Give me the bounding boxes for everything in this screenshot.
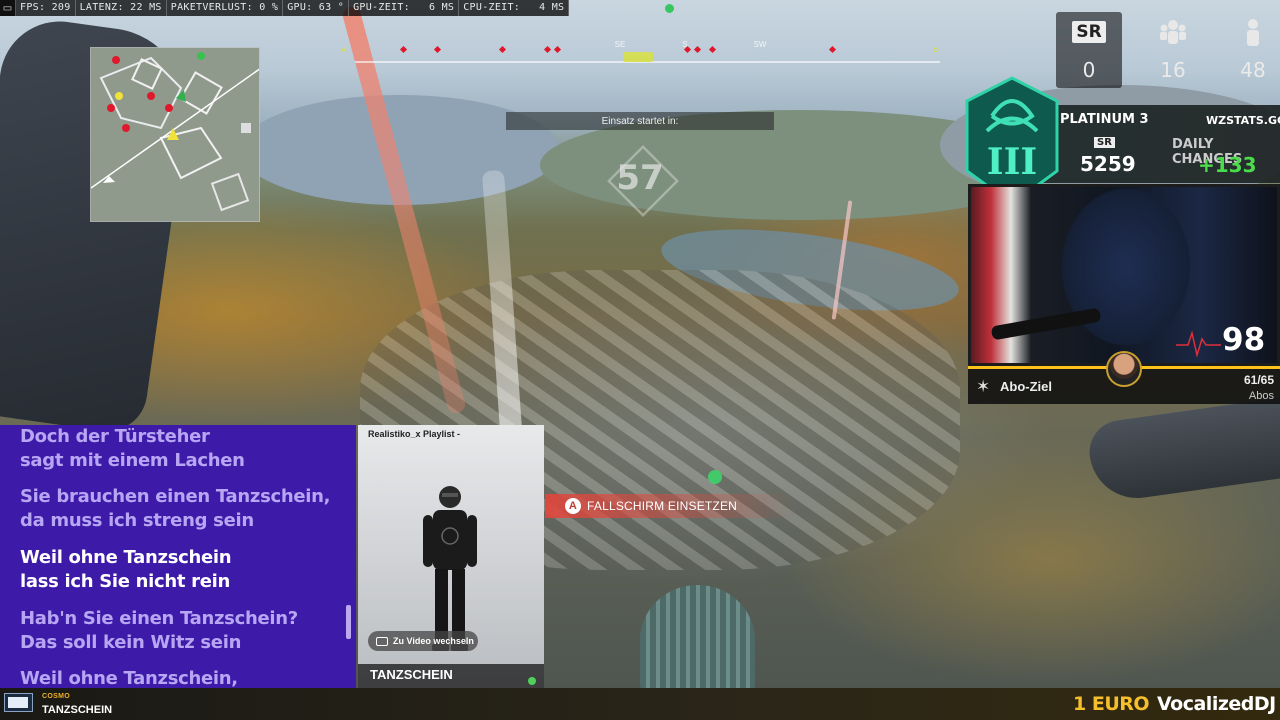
- players-remaining: 48: [1240, 58, 1266, 82]
- player-glove: [1085, 395, 1280, 505]
- now-playing-song: TANZSCHEIN: [42, 704, 113, 716]
- dome-building: [640, 585, 755, 690]
- compass-label: SE: [614, 40, 626, 49]
- daily-changes-value: +133: [1198, 153, 1257, 177]
- rank-tier: PLATINUM 3: [1060, 112, 1149, 127]
- lyric-line-active: Weil ohne Tanzschein: [20, 547, 232, 568]
- enemy-marker: [693, 45, 702, 54]
- enemy-marker: [433, 45, 442, 54]
- sr-stat: SR 0: [1056, 12, 1122, 88]
- lyrics-panel: Doch der Türsteher sagt mit einem Lachen…: [0, 425, 356, 688]
- squads-remaining: 16: [1160, 58, 1186, 82]
- heart-rate-value: 98: [1222, 322, 1266, 358]
- lyric-line: Sie brauchen einen Tanzschein,: [20, 486, 331, 507]
- enemy-marker: [543, 45, 552, 54]
- donation-amount: 1 EURO: [1073, 693, 1150, 715]
- minimap-graphic: [91, 48, 259, 221]
- rank-sr-label: SR: [1094, 137, 1115, 148]
- compass-label: SW: [753, 40, 767, 49]
- donation-user: VocalizedDJ: [1157, 693, 1276, 715]
- sr-icon: SR: [1056, 12, 1122, 52]
- rank-sr-value: 5259: [1080, 152, 1136, 176]
- compass-left-arrow-icon: «: [341, 44, 348, 56]
- now-playing-icon: [4, 693, 33, 712]
- fps-readout: FPS: 209: [16, 0, 76, 16]
- enemy-marker: [828, 45, 837, 54]
- latency-readout: LATENZ: 22 MS: [76, 0, 167, 16]
- performance-icon: ▭: [0, 0, 16, 16]
- channel-avatar: [1106, 351, 1142, 387]
- deployment-countdown: 57: [608, 146, 672, 210]
- switch-to-video-button[interactable]: Zu Video wechseln: [368, 631, 478, 651]
- teammate-marker: [708, 470, 722, 484]
- compass-bar: « » SE S SW: [341, 40, 940, 68]
- cpu-time-readout: CPU-ZEIT: 4 MS: [459, 0, 570, 16]
- live-indicator: [528, 677, 536, 685]
- lyric-line: Weil ohne Tanzschein,: [20, 668, 238, 688]
- match-stats: SR 0 16 48: [1056, 12, 1280, 88]
- star-icon: ✶: [976, 377, 991, 396]
- enemy-marker: [683, 45, 692, 54]
- stats-site: WZSTATS.GG: [1206, 114, 1280, 127]
- subscription-goal: ✶ Abo-Ziel 61/65 Abos: [968, 351, 1280, 404]
- squads-icon: [1140, 12, 1206, 52]
- performance-bar: ▭ FPS: 209 LATENZ: 22 MS PAKETVERLUST: 0…: [0, 0, 570, 16]
- compass-heading-marker: [623, 52, 653, 62]
- now-playing-label: COSMO: [42, 693, 70, 700]
- gpu-temp-readout: GPU: 63 °: [283, 0, 350, 16]
- player-icon: [1220, 12, 1280, 52]
- enemy-marker: [708, 45, 717, 54]
- a-button-icon: A: [565, 498, 581, 514]
- deployment-banner: Einsatz startet in:: [506, 112, 774, 130]
- enemy-marker: [553, 45, 562, 54]
- sub-goal-label: Abo-Ziel: [1000, 379, 1052, 394]
- enemy-marker: [498, 45, 507, 54]
- playlist-song-title: TANZSCHEIN: [358, 664, 544, 688]
- switch-to-video-label: Zu Video wechseln: [393, 636, 474, 646]
- video-icon: [376, 636, 388, 646]
- playlist-title: Realistiko_x Playlist -: [368, 429, 461, 439]
- players-stat: 48: [1220, 12, 1280, 88]
- lyrics-scrollbar[interactable]: [346, 605, 351, 639]
- compass-right-arrow-icon: »: [933, 44, 940, 56]
- packet-loss-readout: PAKETVERLUST: 0 %: [167, 0, 284, 16]
- sub-goal-count: 61/65: [1243, 373, 1274, 387]
- playlist-panel: Realistiko_x Playlist - Zu Video wechsel…: [358, 425, 544, 688]
- squads-stat: 16: [1140, 12, 1206, 88]
- minimap: [90, 47, 260, 222]
- lyric-line: sagt mit einem Lachen: [20, 450, 245, 471]
- lyric-line: Doch der Türsteher: [20, 426, 210, 447]
- lyric-line: Das soll kein Witz sein: [20, 632, 242, 653]
- deploy-parachute-prompt[interactable]: A FALLSCHIRM EINSETZEN: [545, 494, 795, 518]
- sub-goal-unit: Abos: [1248, 390, 1274, 402]
- lyric-line-active: lass ich Sie nicht rein: [20, 571, 231, 592]
- heartbeat-icon: [1176, 330, 1221, 357]
- sr-label: SR: [1072, 21, 1106, 43]
- sr-value: 0: [1082, 58, 1096, 82]
- enemy-marker: [399, 45, 408, 54]
- svg-text:III: III: [987, 141, 1038, 183]
- bottom-ticker: COSMO TANZSCHEIN 1 EURO VocalizedDJ: [0, 688, 1280, 720]
- objective-marker: [665, 4, 674, 13]
- character-avatar-icon: [423, 486, 477, 651]
- lyric-line: Hab'n Sie einen Tanzschein?: [20, 608, 298, 629]
- lyric-line: da muss ich streng sein: [20, 510, 254, 531]
- deploy-parachute-label: FALLSCHIRM EINSETZEN: [587, 499, 738, 513]
- gpu-time-readout: GPU-ZEIT: 6 MS: [349, 0, 460, 16]
